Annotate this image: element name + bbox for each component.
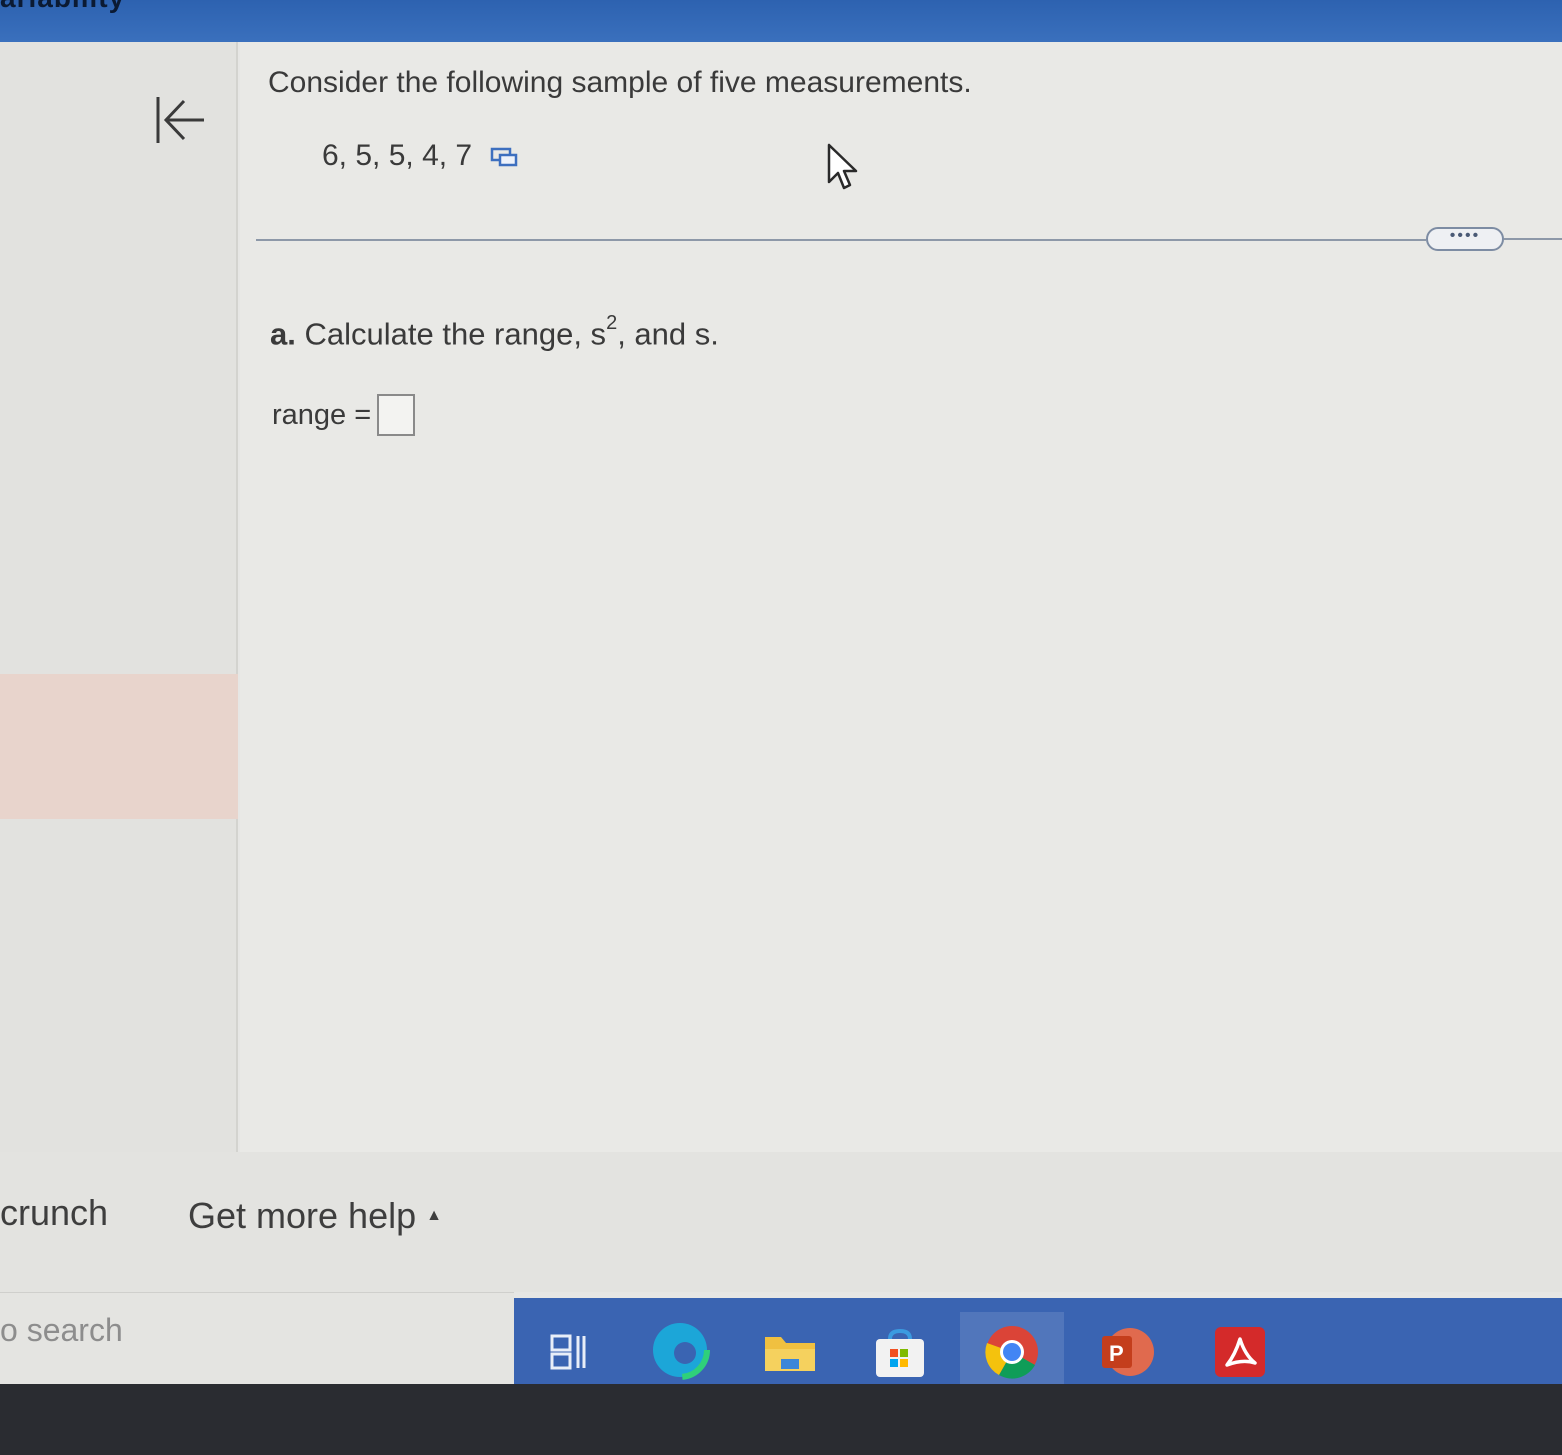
store-icon bbox=[876, 1329, 924, 1377]
more-options-button[interactable]: •••• bbox=[1426, 227, 1504, 251]
range-label: range = bbox=[272, 398, 372, 431]
mouse-pointer-icon bbox=[827, 143, 858, 190]
section-divider bbox=[256, 239, 1426, 241]
part-a-text: Calculate the range, s bbox=[304, 316, 607, 352]
question-panel bbox=[240, 42, 1562, 1152]
part-a-text-end: , and s. bbox=[617, 316, 719, 352]
ellipsis-icon: •••• bbox=[1449, 227, 1481, 244]
help-label: Get more help bbox=[188, 1195, 417, 1236]
question-prompt: Consider the following sample of five me… bbox=[268, 66, 972, 99]
taskbar-search-text: o search bbox=[0, 1312, 123, 1348]
part-a-prompt: a. Calculate the range, s2, and s. bbox=[270, 312, 719, 352]
copy-icon bbox=[490, 147, 518, 167]
data-values: 6, 5, 5, 4, 7 bbox=[322, 139, 473, 172]
edge-icon bbox=[650, 1320, 710, 1380]
part-a-letter: a. bbox=[270, 316, 296, 352]
acrobat-icon bbox=[1215, 1327, 1265, 1377]
powerpoint-icon: P bbox=[1102, 1328, 1154, 1376]
powerpoint-button[interactable]: P bbox=[1086, 1312, 1166, 1398]
section-divider-end bbox=[1504, 238, 1562, 240]
collapse-panel-button[interactable] bbox=[150, 92, 208, 148]
task-view-icon bbox=[550, 1334, 586, 1370]
get-more-help-button[interactable]: Get more help ▲ bbox=[188, 1195, 442, 1237]
chrome-icon bbox=[985, 1326, 1038, 1379]
copy-data-button[interactable] bbox=[490, 141, 520, 171]
store-button[interactable] bbox=[860, 1314, 940, 1394]
sidebar-highlight bbox=[0, 674, 238, 819]
page-header-title: ariability bbox=[0, 0, 125, 14]
svg-text:P: P bbox=[1109, 1341, 1124, 1366]
top-bar: ariability bbox=[0, 0, 1562, 42]
left-sidebar bbox=[0, 42, 238, 1152]
range-answer-row: range = bbox=[272, 394, 416, 436]
collapse-left-icon bbox=[156, 97, 204, 143]
range-input[interactable] bbox=[377, 394, 416, 436]
acrobat-button[interactable] bbox=[1200, 1312, 1280, 1398]
edge-button[interactable] bbox=[640, 1310, 720, 1390]
chrome-button[interactable] bbox=[960, 1312, 1064, 1398]
part-a-superscript: 2 bbox=[606, 312, 618, 334]
task-view-button[interactable] bbox=[528, 1312, 608, 1392]
screen-bezel-right bbox=[514, 1408, 1562, 1455]
file-explorer-button[interactable] bbox=[750, 1312, 830, 1398]
footer-left-text: crunch bbox=[0, 1192, 109, 1233]
data-row: 6, 5, 5, 4, 7 bbox=[322, 136, 520, 176]
folder-icon bbox=[765, 1337, 815, 1371]
caret-up-icon: ▲ bbox=[426, 1207, 442, 1224]
